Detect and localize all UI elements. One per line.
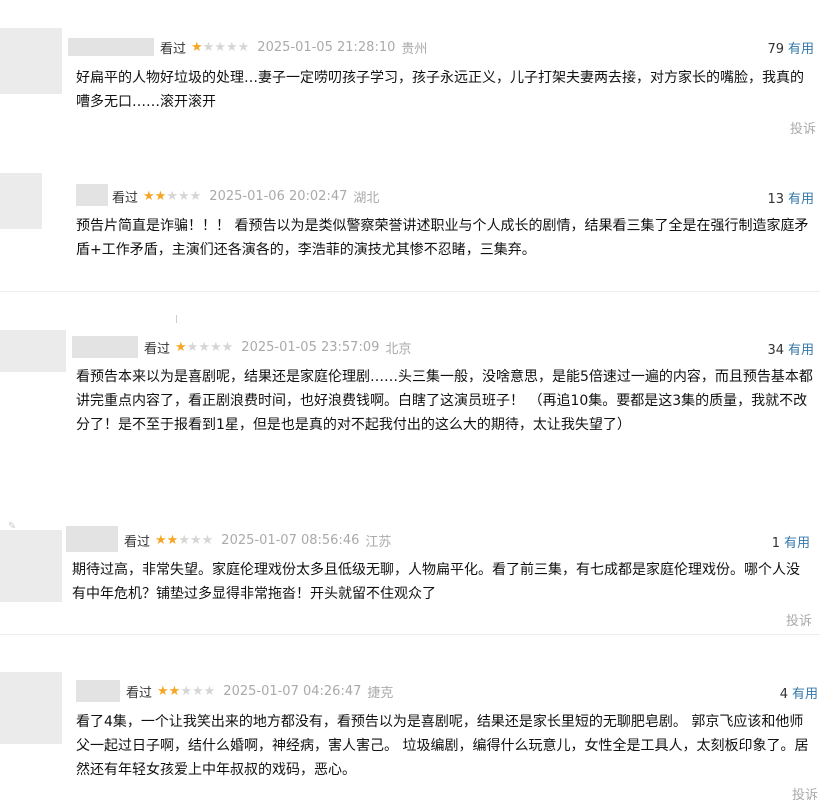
review-list: 看过 ★ ★ ★ ★ ★ 2025-01-05 21:28:10 贵州 79 有用 好扁平… (0, 0, 820, 802)
review-time: 2025-01-07 08:56:46 (221, 532, 360, 548)
avatar[interactable] (0, 173, 42, 229)
username[interactable] (68, 38, 154, 56)
username[interactable] (76, 680, 120, 702)
watch-status: 看过 (112, 190, 139, 206)
review-location: 江苏 (365, 534, 392, 550)
star-filled-icon: ★ (143, 188, 155, 204)
star-empty-icon: ★ (177, 188, 190, 204)
star-empty-icon: ★ (203, 683, 216, 699)
review-time: 2025-01-05 23:57:09 (241, 339, 380, 355)
review-time: 2025-01-06 20:02:47 (209, 188, 348, 204)
star-empty-icon: ★ (191, 683, 204, 699)
avatar[interactable] (0, 28, 62, 94)
username[interactable] (76, 184, 108, 206)
useful-count: 13 (767, 192, 784, 207)
useful-button[interactable]: 有用 (784, 536, 810, 551)
review-meta: 看过 ★ ★ ★ ★ ★ 2025-01-05 21:28:10 贵州 (160, 38, 428, 57)
star-empty-icon: ★ (189, 188, 202, 204)
star-filled-icon: ★ (168, 683, 181, 699)
report-link[interactable]: 投诉 (792, 784, 818, 802)
star-filled-icon: ★ (166, 532, 179, 548)
review-location: 北京 (385, 341, 412, 357)
report-link[interactable]: 投诉 (790, 118, 816, 137)
report-link[interactable]: 投诉 (786, 610, 812, 629)
avatar[interactable] (0, 530, 62, 602)
useful-button[interactable]: 有用 (788, 343, 814, 358)
star-empty-icon: ★ (202, 39, 215, 55)
star-filled-icon: ★ (157, 683, 169, 699)
useful-votes: 4 有用 (780, 683, 818, 702)
useful-button[interactable]: 有用 (788, 192, 814, 207)
review-content: 期待过高，非常失望。家庭伦理戏份太多且低级无聊，人物扁平化。看了前三集，有七成都… (72, 562, 800, 602)
useful-votes: 13 有用 (767, 188, 814, 207)
star-empty-icon: ★ (201, 532, 214, 548)
star-empty-icon: ★ (178, 532, 190, 548)
star-empty-icon: ★ (225, 39, 238, 55)
watch-status: 看过 (124, 534, 151, 550)
useful-button[interactable]: 有用 (792, 687, 818, 702)
star-rating: ★ ★ ★ ★ ★ (155, 534, 213, 547)
star-empty-icon: ★ (214, 39, 226, 55)
star-empty-icon: ★ (186, 339, 199, 355)
review-content: 预告片简直是诈骗！！！ 看预告以为是类似警察荣誉讲述职业与个人成长的剧情，结果看… (76, 218, 809, 258)
star-rating: ★ ★ ★ ★ ★ (175, 341, 233, 354)
divider (0, 291, 820, 292)
star-rating: ★ ★ ★ ★ ★ (143, 190, 201, 203)
divider (0, 634, 820, 635)
review-meta: 看过 ★ ★ ★ ★ ★ 2025-01-06 20:02:47 湖北 (112, 187, 380, 206)
useful-count: 34 (767, 343, 784, 358)
watch-status: 看过 (160, 41, 187, 57)
avatar[interactable] (0, 672, 62, 744)
useful-count: 1 (771, 536, 780, 551)
star-filled-icon: ★ (175, 339, 187, 355)
star-filled-icon: ★ (155, 532, 167, 548)
useful-count: 79 (767, 42, 784, 57)
review-location: 捷克 (367, 685, 394, 701)
useful-button[interactable]: 有用 (788, 42, 814, 57)
divider (176, 315, 177, 323)
useful-votes: 1 有用 (772, 532, 810, 551)
watch-status: 看过 (126, 685, 153, 701)
watch-status: 看过 (144, 341, 171, 357)
review-location: 贵州 (401, 41, 428, 57)
star-empty-icon: ★ (166, 188, 178, 204)
review-content: 看预告本来以为是喜剧呢，结果还是家庭伦理剧……头三集一般，没啥意思，是能5倍速过… (76, 369, 813, 433)
review-time: 2025-01-07 04:26:47 (223, 683, 362, 699)
useful-votes: 34 有用 (767, 339, 814, 358)
username[interactable] (72, 336, 138, 358)
star-empty-icon: ★ (209, 339, 222, 355)
review-location: 湖北 (353, 190, 380, 206)
star-empty-icon: ★ (180, 683, 192, 699)
star-filled-icon: ★ (154, 188, 167, 204)
username[interactable] (66, 526, 118, 552)
avatar[interactable] (0, 330, 66, 372)
review-meta: 看过 ★ ★ ★ ★ ★ 2025-01-07 08:56:46 江苏 (124, 531, 392, 550)
review-meta: 看过 ★ ★ ★ ★ ★ 2025-01-05 23:57:09 北京 (144, 338, 412, 357)
review-content: 看了4集，一个让我笑出来的地方都没有，看预告以为是喜剧呢，结果还是家长里短的无聊… (76, 714, 809, 778)
star-empty-icon: ★ (198, 339, 210, 355)
review-meta: 看过 ★ ★ ★ ★ ★ 2025-01-07 04:26:47 捷克 (126, 682, 394, 701)
star-empty-icon: ★ (189, 532, 202, 548)
star-empty-icon: ★ (221, 339, 234, 355)
useful-votes: 79 有用 (767, 38, 814, 57)
star-rating: ★ ★ ★ ★ ★ (157, 685, 215, 698)
useful-count: 4 (779, 687, 788, 702)
star-rating: ★ ★ ★ ★ ★ (191, 41, 249, 54)
review-time: 2025-01-05 21:28:10 (257, 39, 396, 55)
star-empty-icon: ★ (237, 39, 250, 55)
review-content: 好扁平的人物好垃圾的处理…妻子一定唠叨孩子学习，孩子永远正义，儿子打架夫妻两去接… (76, 70, 804, 110)
star-filled-icon: ★ (191, 39, 203, 55)
